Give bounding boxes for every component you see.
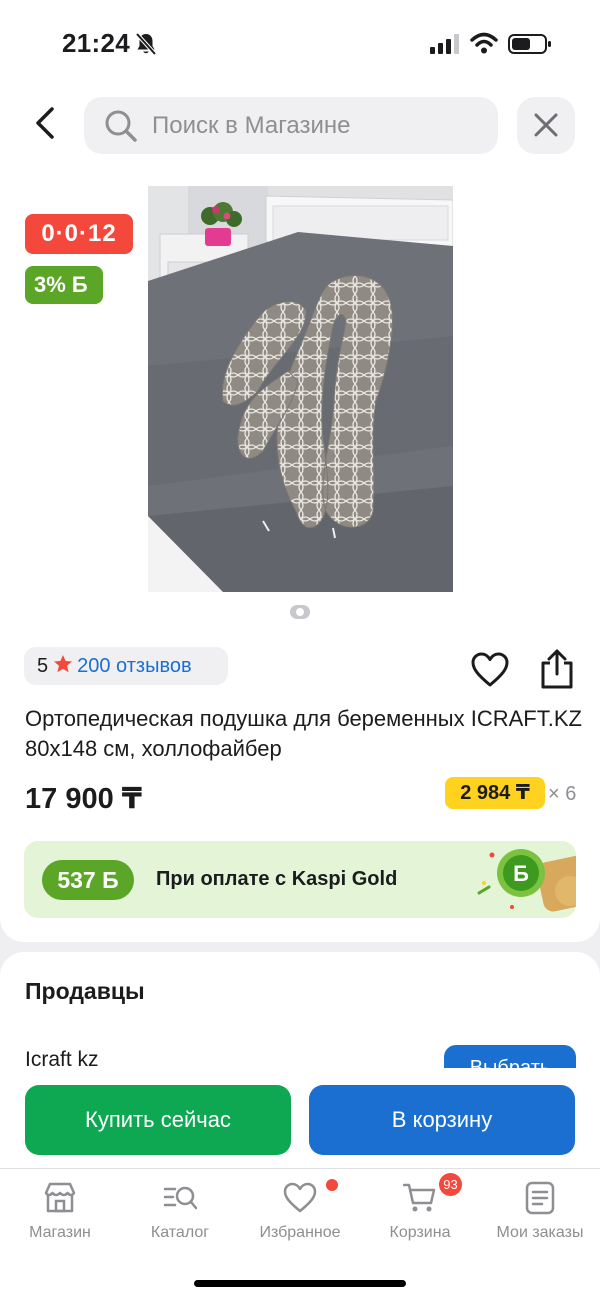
wifi-icon [470,32,498,54]
tab-label: Корзина [389,1224,451,1241]
kaspi-gold-banner[interactable]: 537 Б При оплате с Kaspi Gold Б [24,841,576,918]
tab-label: Каталог [150,1224,210,1241]
installment-months: × 6 [548,783,577,805]
kaspi-bonus-amount: 537 Б [42,860,134,900]
product-card: 21:24 Поиск в Магазине 0·0·12 3% Б 5 200… [0,0,600,942]
add-to-cart-button[interactable]: В корзину [309,1085,575,1155]
catalog-icon [163,1186,197,1210]
search-box[interactable] [84,97,498,154]
cart-count-badge: 93 [439,1173,462,1196]
close-button[interactable] [517,97,575,154]
search-icon [105,110,137,142]
share-icon[interactable] [537,648,577,690]
tab-shop[interactable]: Магазин [0,1169,120,1259]
timer-badge: 0·0·12 [25,214,133,254]
orders-icon [525,1181,555,1215]
close-icon [534,113,558,137]
star-icon [54,655,73,673]
home-indicator[interactable] [194,1280,406,1287]
status-bar: 21:24 [0,0,600,90]
tab-cart[interactable]: Корзина [360,1169,480,1259]
cart-icon [403,1183,436,1212]
back-button[interactable] [28,103,64,143]
favorites-notification-dot [326,1179,338,1191]
kaspi-gold-card-icon: Б [477,849,576,912]
tab-favorites[interactable]: Избранное [240,1169,360,1259]
signal-icon [430,34,459,54]
search-input[interactable] [152,97,482,154]
tab-catalog[interactable]: Каталог [120,1169,240,1259]
image-pager-indicator [290,605,310,619]
bell-off-icon [135,32,157,56]
tab-orders[interactable]: Мои заказы [480,1169,600,1259]
reviews-count: 200 отзывов [77,655,192,677]
rating-value: 5 [37,655,49,677]
product-title: Ортопедическая подушка для беременных IC… [25,706,582,761]
action-bar: Купить сейчас В корзину [0,1071,600,1168]
sellers-title: Продавцы [25,978,145,1004]
product-price: 17 900 ₸ [25,783,142,815]
favorite-heart-icon[interactable] [470,651,510,689]
buy-now-button[interactable]: Купить сейчас [25,1085,291,1155]
seller-name[interactable]: Icraft kz [25,1048,99,1072]
installment-amount[interactable]: 2 984 ₸ [445,777,545,809]
shop-icon [44,1182,76,1213]
kaspi-banner-text: При оплате с Kaspi Gold [156,868,398,890]
bottom-tab-bar: Магазин Каталог Избранное Корзина Мои за… [0,1168,600,1300]
product-image[interactable] [148,186,453,592]
bonus-percent-badge: 3% Б [25,266,103,304]
svg-text:Б: Б [513,861,529,886]
status-time: 21:24 [62,28,130,58]
tab-label: Магазин [29,1224,91,1241]
tab-label: Мои заказы [496,1224,584,1241]
tab-label: Избранное [259,1224,341,1241]
battery-icon [508,34,551,54]
rating-reviews-link[interactable]: 5 200 отзывов [24,647,228,685]
heart-icon [283,1182,317,1213]
